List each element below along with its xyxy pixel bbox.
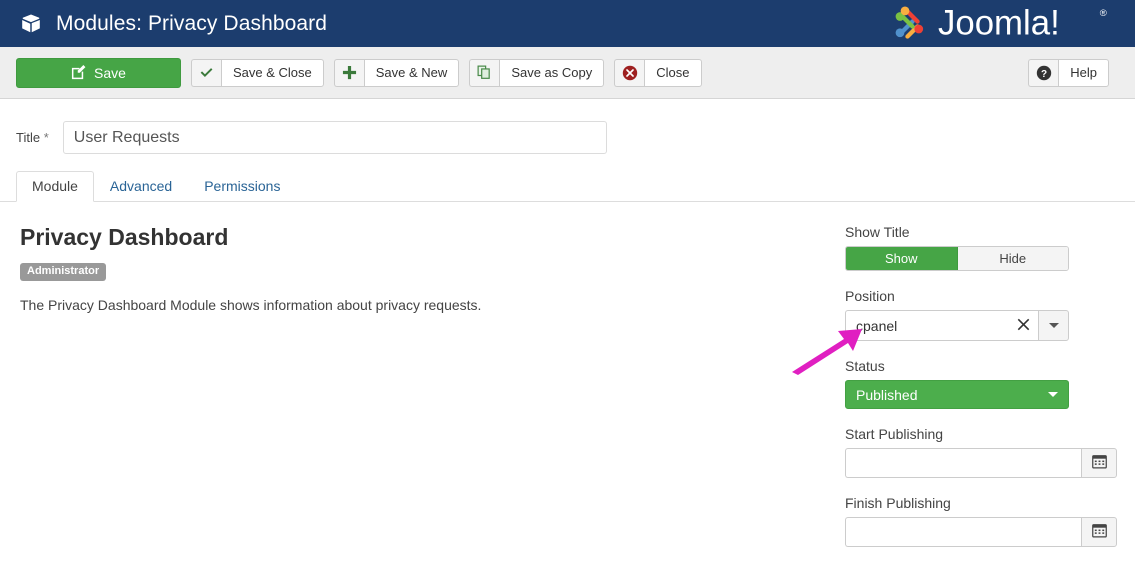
title-input[interactable]	[63, 121, 607, 154]
module-heading: Privacy Dashboard	[20, 224, 845, 251]
tab-bar: Module Advanced Permissions	[0, 172, 1135, 202]
copy-icon[interactable]	[469, 59, 499, 87]
clear-position-icon[interactable]	[1017, 318, 1030, 334]
status-badge: Administrator	[20, 263, 106, 281]
position-label: Position	[845, 288, 1115, 304]
module-options-sidebar: Show Title Show Hide Position cpanel	[845, 224, 1115, 564]
finish-publishing-field: Finish Publishing	[845, 495, 1115, 547]
start-publishing-label: Start Publishing	[845, 426, 1115, 442]
header-brand: Modules: Privacy Dashboard	[0, 12, 327, 36]
show-title-label: Show Title	[845, 224, 1115, 240]
svg-text:?: ?	[1041, 69, 1047, 80]
editor-toolbar: Save Save & Close Save & New Save as Cop…	[0, 47, 1135, 99]
box-icon	[20, 13, 56, 35]
finish-publishing-calendar-button[interactable]	[1081, 517, 1117, 547]
position-input[interactable]: cpanel	[845, 310, 1038, 341]
module-info-column: Privacy Dashboard Administrator The Priv…	[0, 224, 845, 564]
save-close-button[interactable]: Save & Close	[221, 59, 324, 87]
check-icon[interactable]	[191, 59, 221, 87]
module-description: The Privacy Dashboard Module shows infor…	[20, 297, 845, 313]
question-circle-icon[interactable]: ?	[1028, 59, 1058, 87]
save-copy-button[interactable]: Save as Copy	[499, 59, 604, 87]
show-title-option-hide[interactable]: Hide	[958, 247, 1069, 270]
chevron-down-icon	[1048, 392, 1058, 397]
close-button-group[interactable]: Close	[614, 59, 701, 87]
position-combobox[interactable]: cpanel	[845, 310, 1069, 341]
app-header: Modules: Privacy Dashboard Joomla! ®	[0, 0, 1135, 47]
joomla-wordmark-icon: Joomla! ®	[938, 4, 1121, 44]
start-publishing-group	[845, 448, 1117, 478]
calendar-icon	[1092, 523, 1107, 541]
position-dropdown-toggle[interactable]	[1038, 310, 1069, 341]
status-value: Published	[856, 387, 918, 403]
save-new-button-group[interactable]: Save & New	[334, 59, 460, 87]
calendar-icon	[1092, 454, 1107, 472]
status-label: Status	[845, 358, 1115, 374]
plus-icon[interactable]	[334, 59, 364, 87]
save-new-button[interactable]: Save & New	[364, 59, 460, 87]
title-label-text: Title	[16, 130, 40, 145]
status-select[interactable]: Published	[845, 380, 1069, 409]
help-button-group[interactable]: ? Help	[1028, 59, 1109, 87]
circle-x-icon[interactable]	[614, 59, 644, 87]
joomla-mark-icon	[886, 4, 934, 44]
close-button[interactable]: Close	[644, 59, 701, 87]
status-field: Status Published	[845, 358, 1115, 409]
finish-publishing-label: Finish Publishing	[845, 495, 1115, 511]
chevron-down-icon	[1049, 323, 1059, 328]
start-publishing-calendar-button[interactable]	[1081, 448, 1117, 478]
save-button-group: Save	[16, 58, 181, 88]
required-mark: *	[44, 130, 49, 145]
start-publishing-field: Start Publishing	[845, 426, 1115, 478]
save-close-button-group[interactable]: Save & Close	[191, 59, 324, 87]
title-field-row: Title *	[0, 99, 1135, 154]
svg-text:®: ®	[1100, 8, 1107, 19]
page-title: Modules: Privacy Dashboard	[56, 12, 327, 36]
tab-permissions[interactable]: Permissions	[188, 171, 296, 202]
position-field: Position cpanel	[845, 288, 1115, 341]
tab-panel-module: Privacy Dashboard Administrator The Priv…	[0, 202, 1135, 564]
help-button[interactable]: Help	[1058, 59, 1109, 87]
joomla-logo: Joomla! ®	[886, 4, 1121, 44]
save-copy-button-group[interactable]: Save as Copy	[469, 59, 604, 87]
show-title-option-show[interactable]: Show	[846, 247, 958, 270]
svg-text:Joomla!: Joomla!	[938, 4, 1060, 42]
tab-advanced[interactable]: Advanced	[94, 171, 188, 202]
title-field-label: Title *	[16, 130, 49, 145]
start-publishing-input[interactable]	[845, 448, 1081, 478]
finish-publishing-input[interactable]	[845, 517, 1081, 547]
edit-square-icon	[71, 65, 86, 80]
save-button[interactable]: Save	[16, 58, 181, 88]
show-title-toggle[interactable]: Show Hide	[845, 246, 1069, 271]
show-title-field: Show Title Show Hide	[845, 224, 1115, 271]
save-button-label: Save	[94, 65, 126, 81]
position-value: cpanel	[856, 318, 897, 334]
tab-module[interactable]: Module	[16, 171, 94, 202]
finish-publishing-group	[845, 517, 1117, 547]
